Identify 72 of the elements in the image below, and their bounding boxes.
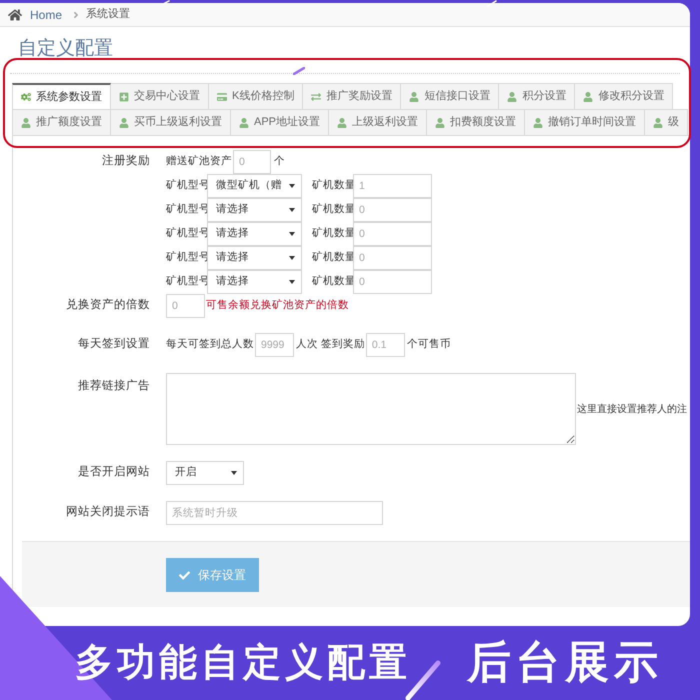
site-status-select[interactable]: 开启 [166, 461, 244, 485]
user-icon [119, 118, 129, 128]
tab[interactable]: 撤销订单时间设置 [525, 109, 646, 135]
tab[interactable]: K线价格控制 [209, 83, 304, 109]
field-label: 兑换资产的倍数 [66, 298, 150, 314]
field-text: 每天可签到总人数 [166, 337, 254, 352]
user-icon [409, 92, 420, 102]
caret-icon [289, 256, 295, 260]
machine-type-select[interactable]: 请选择 [207, 198, 302, 222]
field-label: 每天签到设置 [78, 336, 150, 352]
breadcrumb-current: 系统设置 [86, 6, 130, 22]
caret-icon [289, 232, 295, 236]
caret-icon [289, 184, 295, 188]
machine-type-select[interactable]: 微型矿机（赠 [207, 174, 302, 198]
machine-count-input[interactable]: 0 [353, 246, 432, 270]
tab[interactable]: 推广额度设置 [12, 109, 111, 135]
machine-count-input[interactable]: 0 [353, 198, 432, 222]
unit-text: 个 [274, 154, 285, 170]
machine-type-select[interactable]: 请选择 [207, 246, 302, 270]
user-icon [337, 118, 348, 128]
check-icon [179, 570, 190, 580]
field-text: 赠送矿池资产 [166, 154, 232, 170]
slash-decoration [405, 660, 441, 700]
user-icon [21, 118, 31, 128]
tab[interactable]: 级 [645, 109, 688, 135]
tab[interactable]: 推广奖励设置 [303, 83, 402, 109]
tab[interactable]: APP地址设置 [231, 109, 330, 135]
swap-arrows-icon [311, 92, 322, 102]
user-icon [583, 92, 594, 102]
field-label: 注册奖励 [102, 153, 150, 170]
tab[interactable]: 上级返利设置 [329, 109, 428, 135]
gears-icon [21, 92, 31, 102]
banner-headline: 多功能自定义配置 [75, 644, 411, 682]
caret-icon [231, 471, 237, 475]
machine-count-input[interactable]: 0 [353, 222, 432, 246]
home-icon [8, 8, 22, 22]
field-text: 人次 签到奖励 [296, 337, 365, 352]
tab[interactable]: 积分设置 [499, 83, 576, 109]
field-label: 推荐链接广告 [78, 378, 150, 394]
machine-type-select[interactable]: 请选择 [207, 270, 302, 294]
tab[interactable]: 系统参数设置 [12, 83, 111, 109]
tab[interactable]: 扣费额度设置 [427, 109, 526, 135]
gift-amount-input[interactable]: 0 [233, 150, 271, 174]
multiple-input[interactable]: 0 [166, 294, 205, 318]
breadcrumb-link[interactable]: Home [30, 6, 62, 24]
tab[interactable]: 买币上级返利设置 [111, 109, 231, 135]
user-icon [239, 118, 249, 128]
card-icon [217, 92, 227, 102]
user-icon [435, 118, 446, 128]
machine-type-select[interactable]: 请选择 [207, 222, 302, 246]
field-label: 是否开启网站 [78, 464, 150, 480]
close-message-input[interactable]: 系统暂时升级 [166, 501, 383, 525]
user-icon [653, 118, 664, 128]
page-title: 自定义配置 [18, 39, 113, 58]
field-label: 网站关闭提示语 [66, 504, 150, 520]
banner-tagline: 后台展示 [467, 641, 663, 685]
user-icon [507, 92, 518, 102]
checkin-reward-input[interactable]: 0.1 [366, 333, 405, 357]
machine-count-input[interactable]: 0 [353, 270, 432, 294]
ad-textarea[interactable] [166, 373, 576, 445]
user-icon [533, 118, 544, 128]
unit-text: 个可售币 [406, 337, 451, 352]
tab[interactable]: 短信接口设置 [401, 83, 500, 109]
checkin-total-input[interactable]: 9999 [255, 333, 294, 357]
tab[interactable]: 交易中心设置 [111, 83, 209, 109]
streak-icon [293, 67, 305, 75]
note-text: 这里直接设置推荐人的注 [577, 402, 687, 416]
machine-count-input[interactable]: 1 [353, 174, 432, 198]
tab[interactable]: 修改积分设置 [575, 83, 674, 109]
hint-text: 可售余额兑换矿池资产的倍数 [206, 298, 349, 314]
caret-icon [289, 280, 295, 284]
caret-icon [289, 208, 295, 212]
